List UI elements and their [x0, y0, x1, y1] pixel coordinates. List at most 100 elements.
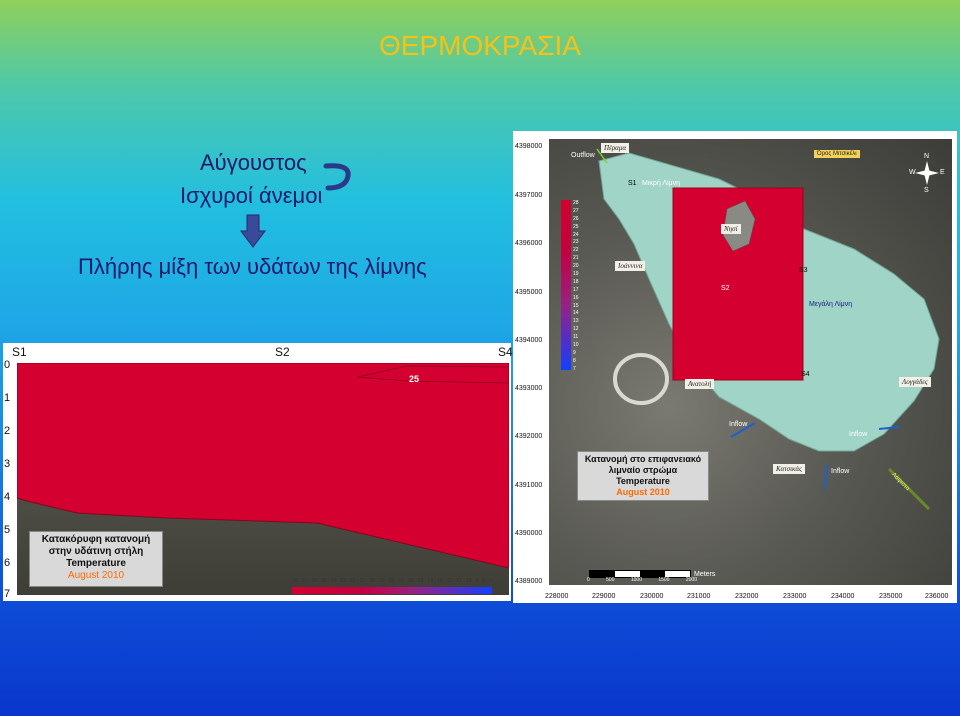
y-tick: 4390000: [515, 530, 543, 537]
x-tick: 231000: [687, 593, 711, 600]
colorbar-label: 8: [482, 578, 486, 584]
caption-date: August 2010: [616, 487, 670, 497]
surface-map-figure: 4398000 4397000 4396000 4395000 4394000 …: [513, 131, 957, 603]
y-tick: 4389000: [515, 578, 543, 585]
compass-n: N: [924, 153, 930, 160]
map-colorbar: [561, 200, 571, 370]
station-s4: S4: [801, 371, 810, 378]
x-tick: 234000: [831, 593, 855, 600]
colorbar-label: 7: [489, 578, 492, 584]
scale-label: 1500: [658, 577, 670, 583]
x-tick: 232000: [735, 593, 759, 600]
place-lagkades: Λογγάδες: [899, 377, 931, 387]
inflow-label: Inflow: [729, 421, 748, 428]
colorbar-label: 18: [573, 278, 579, 285]
colorbar-label: 8: [573, 357, 576, 364]
colorbar-label: 24: [330, 578, 337, 584]
y-tick: 4395000: [515, 289, 543, 296]
y-tick: 4394000: [515, 337, 543, 344]
colorbar-label: 23: [340, 578, 346, 584]
station-label-s4: S4: [498, 345, 513, 359]
vertical-section-figure: 0 1 2 3 4 5 6 7 S1 S2 S4 25 Κατακόρυφη κ…: [3, 343, 513, 601]
colorbar-label: 17: [573, 286, 579, 293]
depth-tick: 4: [4, 491, 11, 503]
depth-tick: 7: [4, 588, 11, 600]
colorbar-label: 16: [408, 578, 414, 584]
inflow-label: Inflow: [831, 468, 850, 475]
colorbar-label: 13: [573, 318, 579, 325]
colorbar-label: 28: [292, 578, 298, 584]
compass-w: W: [909, 169, 916, 176]
colorbar-label: 9: [475, 578, 479, 584]
depth-tick: 5: [4, 524, 11, 536]
colorbar-label: 27: [301, 578, 308, 584]
lake-geometry: [596, 148, 940, 511]
winds-text: Ισχυροί άνεμοι: [180, 183, 323, 208]
small-lake-label: Μικρή Λίμνη: [642, 180, 680, 187]
caption-date: August 2010: [67, 570, 125, 581]
section-colorbar-labels: 28 27 26 25 24 23 22 21 20 19 18 17 16 1…: [292, 578, 492, 586]
colorbar-label: 19: [573, 271, 579, 278]
y-tick: 4397000: [515, 192, 543, 199]
colorbar-label: 22: [350, 578, 356, 584]
x-tick: 236000: [925, 593, 949, 600]
depth-tick: 1: [4, 392, 11, 404]
colorbar-label: 26: [311, 578, 317, 584]
place-nisi: Νησί: [721, 224, 741, 234]
colorbar-label: 25: [321, 578, 327, 584]
x-tick: 230000: [640, 593, 664, 600]
colorbar-label: 28: [573, 200, 579, 206]
x-tick: 229000: [592, 593, 616, 600]
y-tick: 4392000: [515, 433, 543, 440]
colorbar-label: 23: [573, 239, 579, 246]
caption-line: Κατανομή στο επιφανειακό: [584, 454, 702, 464]
colorbar-label: 16: [573, 294, 579, 301]
place-mountain: Όρος Μιτσικέλι: [814, 150, 860, 158]
depth-tick: 3: [4, 458, 11, 470]
colorbar-label: 14: [573, 310, 579, 317]
inflow-label: Inflow: [849, 431, 868, 438]
y-tick: 4396000: [515, 240, 543, 247]
colorbar-label: 26: [573, 215, 579, 222]
y-tick: 4391000: [515, 482, 543, 489]
place-katsikas: Κατσικάς: [773, 464, 805, 474]
colorbar-label: 15: [417, 578, 424, 584]
caption-line: Temperature: [66, 558, 126, 569]
station-s3: S3: [799, 267, 808, 274]
colorbar-label: 11: [456, 578, 462, 584]
colorbar-label: 24: [573, 231, 579, 238]
compass-rose: N S W E: [909, 153, 945, 197]
place-ioannina: Ιοάννινα: [615, 261, 646, 271]
colorbar-label: 11: [573, 334, 579, 341]
satellite-map: 28 27 26 25 24 23 22 21 20 19 18 17 16 1…: [549, 139, 952, 585]
station-s1: S1: [628, 180, 637, 187]
contour-label: 25: [409, 374, 420, 384]
colorbar-label: 21: [359, 578, 366, 584]
y-tick: 4398000: [515, 143, 543, 150]
curved-arrow-icon: [323, 163, 351, 191]
section-plot: 25 Κατακόρυφη κατανομή στην υδάτινη στήλ…: [17, 363, 509, 595]
colorbar-label: 19: [379, 578, 385, 584]
scale-label: 1000: [630, 577, 642, 583]
big-lake-label: Μεγάλη Λίμνη: [809, 301, 853, 308]
depth-tick: 0: [4, 359, 11, 371]
colorbar-label: 27: [573, 207, 579, 214]
caption-line: Κατακόρυφη κατανομή: [41, 534, 151, 545]
x-tick: 228000: [545, 593, 569, 600]
scale-labels: 0 500 1000 1500 2000: [587, 577, 697, 583]
colorbar-label: 13: [437, 578, 443, 584]
down-arrow-icon: [240, 214, 266, 248]
section-caption: Κατακόρυφη κατανομή στην υδάτινη στήλη T…: [29, 531, 163, 587]
scale-label: 500: [606, 577, 615, 583]
caption-line: λιμναίο στρώμα: [608, 465, 678, 475]
colorbar-label: 12: [446, 578, 453, 584]
month-text: Αύγουστος: [200, 150, 307, 175]
colorbar-label: 20: [369, 578, 375, 584]
colorbar-label: 22: [573, 247, 579, 254]
mixing-text: Πλήρης μίξη των υδάτων της λίμνης: [78, 254, 427, 279]
y-tick: 4393000: [515, 385, 543, 392]
meters-label: Meters: [694, 571, 716, 578]
colorbar-label: 21: [573, 255, 579, 262]
compass-s: S: [924, 187, 929, 194]
station-label-s2: S2: [275, 345, 290, 359]
